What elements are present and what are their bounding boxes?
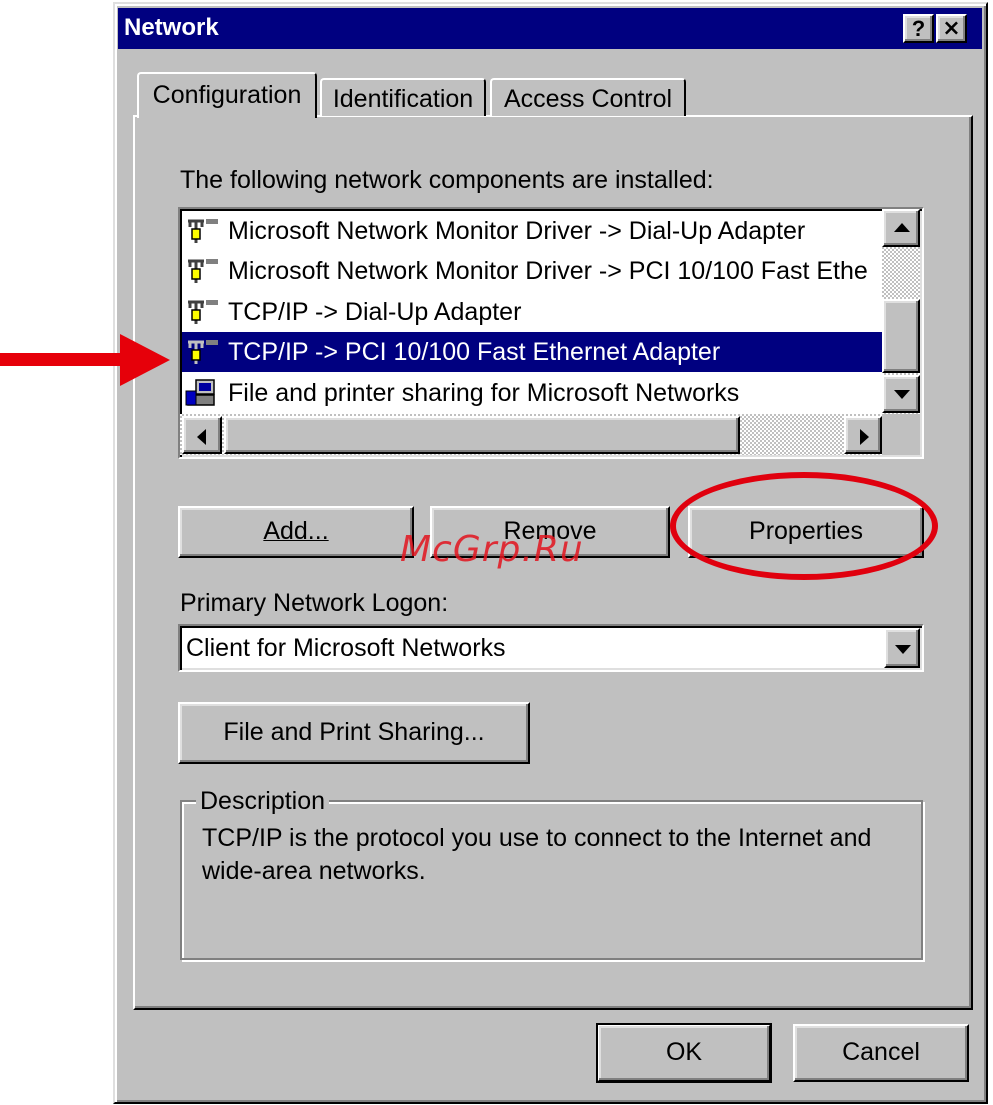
- network-adapter-icon: [188, 300, 218, 324]
- primary-logon-select[interactable]: Client for Microsoft Networks: [178, 624, 924, 672]
- list-item[interactable]: TCP/IP -> Dial-Up Adapter: [182, 292, 882, 332]
- arrow-right-icon: [860, 429, 869, 445]
- tab-identification[interactable]: Identification: [320, 78, 486, 116]
- list-item[interactable]: Microsoft Network Monitor Driver -> PCI …: [182, 251, 882, 291]
- network-adapter-icon: [188, 340, 218, 364]
- list-item-selected[interactable]: TCP/IP -> PCI 10/100 Fast Ethernet Adapt…: [182, 332, 882, 372]
- arrow-down-icon: [894, 390, 910, 399]
- description-text-line2: wide-area networks.: [202, 857, 426, 885]
- help-button[interactable]: ?: [903, 14, 934, 43]
- scroll-thumb[interactable]: [882, 299, 920, 373]
- annotation-arrow: [0, 353, 123, 366]
- close-button[interactable]: ×: [936, 14, 967, 43]
- file-print-sharing-button[interactable]: File and Print Sharing...: [178, 702, 530, 764]
- tab-access-control[interactable]: Access Control: [490, 78, 686, 116]
- file-printer-sharing-icon: [185, 379, 215, 406]
- chevron-down-icon: [895, 645, 911, 654]
- title-bar[interactable]: [118, 8, 982, 49]
- scroll-thumb[interactable]: [224, 416, 740, 454]
- list-item[interactable]: File and printer sharing for Microsoft N…: [182, 373, 882, 413]
- description-text-line1: TCP/IP is the protocol you use to connec…: [202, 824, 872, 852]
- arrow-up-icon: [894, 223, 910, 232]
- close-icon: ×: [942, 16, 961, 41]
- annotation-arrow-head: [120, 334, 170, 386]
- primary-logon-label: Primary Network Logon:: [180, 589, 449, 617]
- horizontal-scrollbar[interactable]: [180, 414, 920, 455]
- scroll-right-button[interactable]: [844, 416, 882, 454]
- annotation-ellipse: [670, 472, 938, 580]
- list-item[interactable]: Microsoft Network Monitor Driver -> Dial…: [182, 211, 882, 251]
- components-label: The following network components are ins…: [180, 166, 714, 194]
- watermark: McGrp.Ru: [400, 529, 584, 570]
- network-adapter-icon: [188, 219, 218, 243]
- add-button[interactable]: Add...: [178, 506, 414, 558]
- ok-button[interactable]: OK: [596, 1023, 772, 1083]
- network-adapter-icon: [188, 259, 218, 283]
- dropdown-button[interactable]: [884, 628, 920, 668]
- description-legend: Description: [196, 786, 330, 816]
- scroll-corner: [882, 414, 920, 455]
- window-title: Network: [124, 14, 219, 41]
- cancel-button[interactable]: Cancel: [793, 1024, 969, 1082]
- vertical-scrollbar[interactable]: [882, 209, 920, 414]
- scroll-up-button[interactable]: [882, 209, 920, 247]
- scroll-left-button[interactable]: [182, 416, 222, 454]
- tab-configuration[interactable]: Configuration: [137, 72, 317, 118]
- arrow-left-icon: [197, 429, 206, 445]
- scroll-down-button[interactable]: [882, 375, 920, 413]
